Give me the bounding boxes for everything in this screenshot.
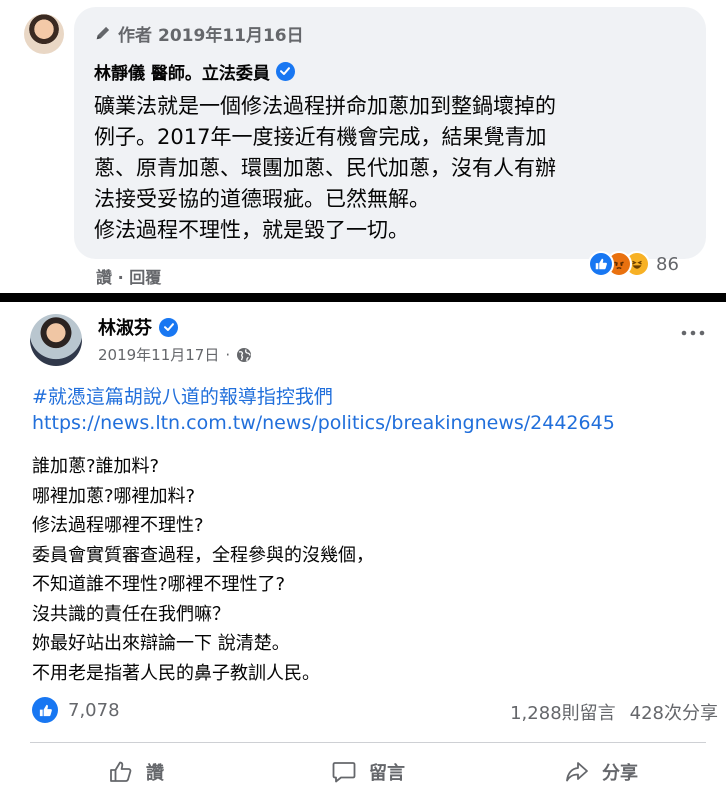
share-button[interactable]: 分享: [564, 756, 638, 788]
post-link[interactable]: https://news.ltn.com.tw/news/politics/br…: [32, 412, 615, 434]
comment-line: 蔥、原青加蔥、環團加蔥、民代加蔥，沒有人有辦: [94, 156, 556, 180]
comment-line: 例子。2017年一度接近有機會完成，結果覺青加: [94, 125, 547, 149]
edit-label: 作者: [118, 25, 152, 46]
comment-date[interactable]: 2019年11月16日: [158, 21, 304, 46]
commenter-name-row: 林靜儀 醫師。立法委員: [94, 59, 295, 84]
like-icon: [588, 251, 614, 277]
share-count[interactable]: 428次分享: [630, 699, 718, 725]
engagement-counts: 1,288則留言 428次分享: [510, 699, 718, 725]
post-hashtag[interactable]: #就憑這篇胡說八道的報導指控我們: [32, 382, 333, 409]
pencil-icon: [96, 26, 110, 40]
comment-section: 作者 2019年11月16日 林靜儀 醫師。立法委員 礦業法就是一個修法過程拼命…: [0, 0, 726, 293]
comment-actions: 讚 · 回覆: [96, 264, 161, 288]
verified-badge-icon: [159, 317, 178, 337]
more-options-icon[interactable]: [680, 328, 706, 338]
post-line: 哪裡加蔥?哪裡加料?: [32, 485, 196, 507]
poster-name-row: 林淑芬: [98, 314, 178, 340]
post-line: 不知道誰不理性?哪裡不理性了?: [32, 574, 286, 595]
post-section: 林淑芬 2019年11月17日 · #就憑這篇胡說八道的報導指控我們 https…: [0, 302, 726, 800]
verified-badge-icon: [275, 61, 295, 81]
share-button-label: 分享: [602, 763, 638, 784]
like-button-label: 讚: [146, 763, 164, 784]
globe-icon: [237, 347, 252, 362]
post-line: 誰加蔥?誰加料?: [32, 456, 160, 477]
post-date[interactable]: 2019年11月17日: [98, 344, 219, 365]
comment-icon: [332, 762, 356, 783]
like-icon: [32, 697, 58, 723]
meta-separator: ·: [225, 345, 231, 364]
comment-button-label: 留言: [369, 763, 405, 784]
action-separator: ·: [112, 268, 130, 287]
poster-avatar[interactable]: [30, 314, 82, 366]
comment-count[interactable]: 1,288則留言: [510, 699, 616, 725]
post-line: 委員會實質審查過程，全程參與的沒幾個，: [32, 544, 374, 566]
screenshot-divider: [0, 293, 726, 302]
commenter-avatar[interactable]: [24, 14, 64, 54]
like-count: 7,078: [68, 699, 120, 721]
post-line: 不用老是指著人民的鼻子教訓人民。: [32, 662, 320, 684]
poster-name[interactable]: 林淑芬: [98, 314, 152, 340]
reaction-count: 86: [656, 253, 679, 275]
thumbs-up-icon: [110, 761, 132, 782]
post-line: 修法過程哪裡不理性?: [32, 515, 204, 536]
comment-button[interactable]: 留言: [331, 756, 405, 788]
comment-line: 礦業法就是一個修法過程拼命加蔥加到整鍋壞掉的: [94, 94, 556, 118]
commenter-name[interactable]: 林靜儀 醫師。立法委員: [94, 59, 270, 84]
comment-line: 法接受妥協的道德瑕疵。已然無解。: [94, 187, 430, 211]
post-line: 妳最好站出來辯論一下 說清楚。: [32, 633, 290, 654]
author-edit-row: 作者 2019年11月16日: [94, 21, 304, 46]
post-meta: 2019年11月17日 ·: [98, 344, 252, 365]
action-divider: [30, 742, 706, 743]
post-like-summary[interactable]: 7,078: [32, 697, 120, 723]
share-icon: [566, 762, 588, 782]
comment-text: 礦業法就是一個修法過程拼命加蔥加到整鍋壞掉的 例子。2017年一度接近有機會完成…: [94, 91, 694, 246]
like-button[interactable]: 讚: [108, 756, 164, 788]
comment-reactions[interactable]: 86: [588, 250, 679, 278]
comment-bubble: 作者 2019年11月16日 林靜儀 醫師。立法委員 礦業法就是一個修法過程拼命…: [74, 7, 706, 259]
comment-like-link[interactable]: 讚: [96, 268, 112, 287]
comment-reply-link[interactable]: 回覆: [129, 268, 161, 287]
post-text: 誰加蔥?誰加料? 哪裡加蔥?哪裡加料? 修法過程哪裡不理性? 委員會實質審查過程…: [32, 452, 702, 688]
post-line: 沒共識的責任在我們嘛？: [32, 603, 230, 625]
comment-line: 修法過程不理性，就是毀了一切。: [94, 218, 409, 242]
